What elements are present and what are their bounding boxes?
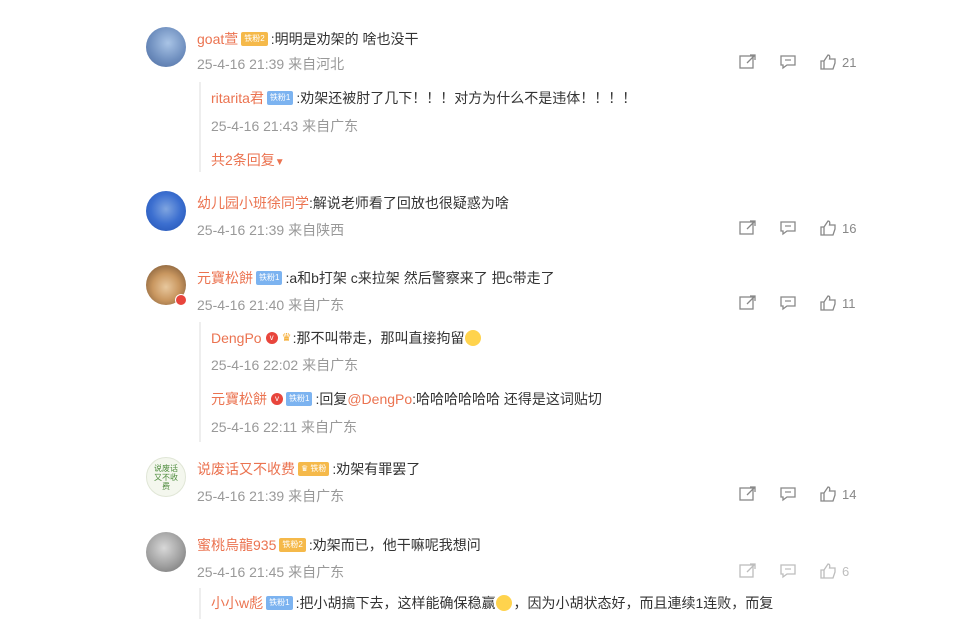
reply-text: :那不叫带走，那叫直接拘留 [292,330,465,346]
comment-icon[interactable] [778,562,798,580]
like-icon[interactable] [818,485,838,503]
emoji-icon [496,595,513,611]
comment-meta: 25-4-16 21:39 来自陕西 [197,222,345,238]
verified-icon: v [271,393,283,405]
comment-meta: 25-4-16 21:39 来自广东 [197,488,345,504]
fan-badge: 铁粉1 [256,271,283,285]
comment-actions: 6 [738,562,849,580]
reply-box: 小小w彪 铁粉1 :把小胡搞下去，这样能确保稳赢 ，因为小胡状态好，而且連续1连… [199,588,773,619]
verified-icon: v [265,332,278,344]
username[interactable]: 元寶松餅 [211,389,267,409]
reply-text: :哈哈哈哈哈哈 还得是这词贴切 [412,391,602,407]
comment-text: :劝架有罪罢了 [332,461,421,477]
verified-badge [175,294,187,306]
comment-meta: 25-4-16 21:39 来自河北 [197,56,345,72]
reply-prefix: :回复 [315,391,348,407]
share-icon[interactable] [738,562,758,580]
comment-actions: 16 [738,219,856,237]
comment-actions: 11 [738,294,856,312]
username[interactable]: ritarita君 [211,88,264,108]
crown-icon: ♛ [301,464,309,473]
username[interactable]: 幼儿园小班徐同学 [197,193,309,213]
fan-badge: 铁粉1 [266,596,293,610]
like-count: 11 [842,295,856,311]
avatar[interactable] [146,27,186,67]
comment-meta: 25-4-16 21:45 来自广东 [197,564,345,580]
like-icon[interactable] [818,562,838,580]
more-replies-link[interactable]: 共2条回复▼ [211,150,285,170]
comment-text: :明明是劝架的 啥也没干 [270,31,419,47]
share-icon[interactable] [738,219,758,237]
like-icon[interactable] [818,219,838,237]
comment-icon[interactable] [778,219,798,237]
more-replies-label: 共2条回复 [211,152,275,168]
like-count: 14 [842,486,857,502]
comment-icon[interactable] [778,294,798,312]
username[interactable]: 蜜桃烏龍935 [197,535,276,555]
reply-text-cont: ，因为小胡状态好，而且連续1连败，而复 [513,595,774,611]
reply-box: ritarita君 铁粉1 :劝架还被肘了几下！！！对方为什么不是违体！！！！ … [199,82,701,172]
crown-icon: ♛ [281,332,292,344]
share-icon[interactable] [738,294,758,312]
fan-badge: ♛ 铁粉 [298,462,330,476]
reply-meta: 25-4-16 21:43 来自广东 [211,118,359,134]
fan-badge: 铁粉1 [266,91,294,105]
username[interactable]: 说废话又不收费 [197,459,295,479]
chevron-down-icon: ▼ [274,157,285,168]
username[interactable]: goat萱 [197,29,238,49]
fan-badge-label: 铁粉 [310,464,327,473]
like-icon[interactable] [818,53,838,71]
mention-link[interactable]: @DengPo [347,391,412,407]
comment-text: :a和b打架 c来拉架 然后警察来了 把c带走了 [285,270,555,286]
fan-badge: 铁粉2 [279,538,306,552]
comment-icon[interactable] [778,485,798,503]
share-icon[interactable] [738,485,758,503]
comment-meta: 25-4-16 21:40 来自广东 [197,297,345,313]
comment-actions: 21 [738,53,856,71]
avatar-text: 说废话 又不收费 [154,463,178,491]
username[interactable]: 小小w彪 [211,593,263,613]
share-icon[interactable] [738,53,758,71]
reply-text: :把小胡搞下去，这样能确保稳赢 [295,595,496,611]
reply-text: :劝架还被肘了几下！！！对方为什么不是违体！！！！ [296,90,637,106]
avatar[interactable] [146,532,186,572]
fan-badge: 铁粉2 [241,32,268,46]
like-count: 6 [842,563,850,579]
username[interactable]: DengPo [211,330,262,346]
reply-box: DengPo v ♛ :那不叫带走，那叫直接拘留 25-4-16 22:02 来… [199,322,701,442]
comment-text: :解说老师看了回放也很疑惑为啥 [309,195,509,211]
comment-actions: 14 [738,485,856,503]
like-icon[interactable] [818,294,838,312]
reply-meta: 25-4-16 22:11 来自广东 [211,419,358,435]
comment-text: :劝架而已，他干嘛呢我想问 [308,537,481,553]
like-count: 21 [842,54,857,70]
avatar[interactable] [146,191,186,231]
fan-badge: 铁粉1 [286,392,313,406]
avatar[interactable]: 说废话 又不收费 [146,457,186,497]
username[interactable]: 元寶松餅 [197,268,253,288]
reply-meta: 25-4-16 22:02 来自广东 [211,357,359,373]
laugh-emoji-icon [465,330,482,346]
comment-icon[interactable] [778,53,798,71]
like-count: 16 [842,220,857,236]
